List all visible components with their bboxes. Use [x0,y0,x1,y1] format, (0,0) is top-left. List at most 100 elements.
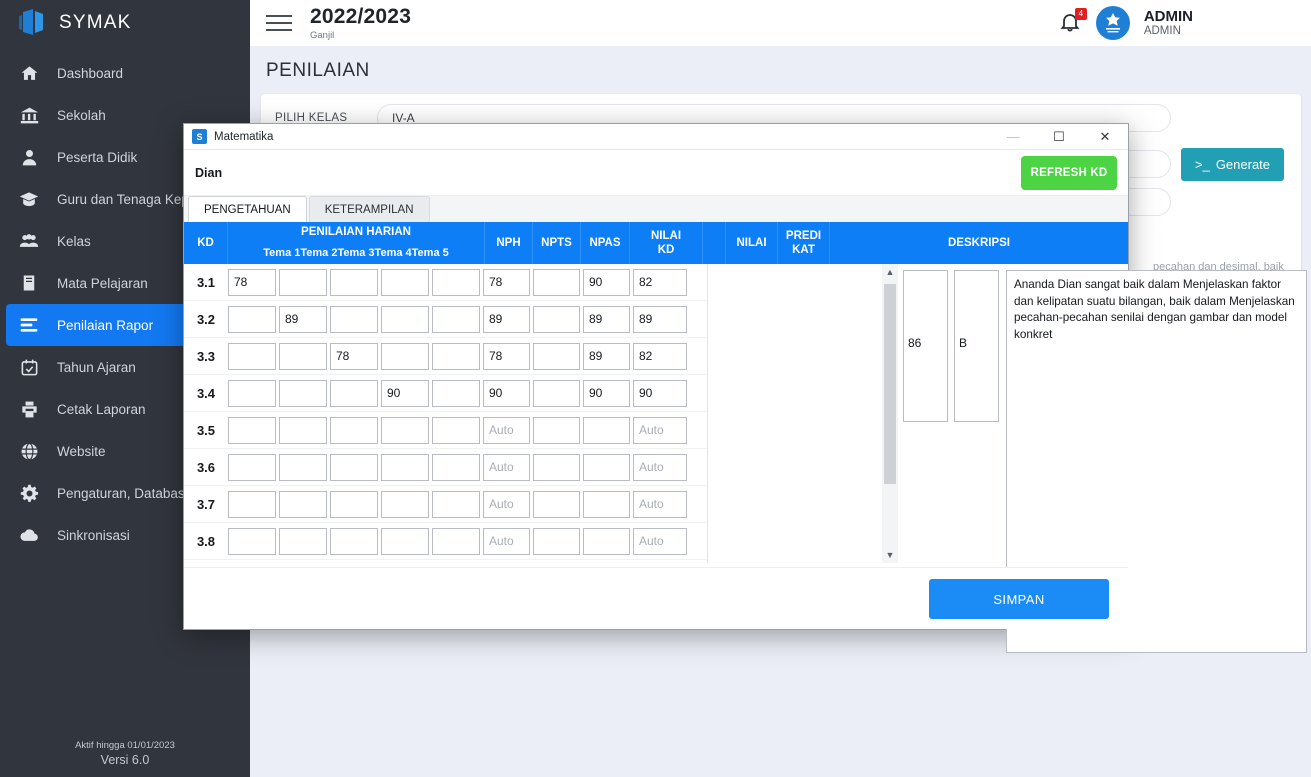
tema-1-input[interactable]: 78 [228,268,276,296]
scroll-down-arrow-icon[interactable]: ▼ [882,547,898,563]
tema-1-input[interactable] [228,342,276,370]
academic-year: 2022/2023 [310,4,412,28]
tema-4-input[interactable]: 90 [381,379,429,407]
tema-5-input[interactable] [432,490,480,518]
simpan-button[interactable]: SIMPAN [929,579,1109,619]
tema-3-input[interactable] [330,305,378,333]
npts-input[interactable] [533,490,580,518]
tema-1-input[interactable] [228,416,276,444]
tema-5-input[interactable] [432,453,480,481]
tema-2-input[interactable] [279,416,327,444]
tema-5-input[interactable] [432,527,480,555]
nph-input[interactable]: Auto [483,490,530,518]
nph-input[interactable]: Auto [483,453,530,481]
npts-input[interactable] [533,453,580,481]
scrollbar-thumb[interactable] [884,284,896,484]
table-row: 3.5 Auto Auto [184,412,707,449]
nph-input[interactable]: 78 [483,342,530,370]
modal-title-bar[interactable]: S Matematika — ☐ ✕ [184,124,1128,150]
tema-2-input[interactable] [279,342,327,370]
tema-1-input[interactable] [228,379,276,407]
generate-button[interactable]: >_ Generate [1181,148,1284,181]
tema-3-input[interactable] [330,416,378,444]
tema-3-input[interactable] [330,527,378,555]
npas-input[interactable] [583,490,630,518]
nilai-kd-input[interactable]: 89 [633,305,687,333]
nilai-value-cell[interactable]: 86 [903,270,948,422]
nph-input[interactable]: 89 [483,305,530,333]
tema-4-input[interactable] [381,416,429,444]
globe-icon [18,440,40,462]
npas-input[interactable] [583,416,630,444]
modal-title: Matematika [214,130,274,143]
tema-4-input[interactable] [381,527,429,555]
npas-input[interactable] [583,453,630,481]
tema-3-input[interactable] [330,453,378,481]
nph-input[interactable]: 78 [483,268,530,296]
npas-input[interactable]: 90 [583,268,630,296]
tema-5-input[interactable] [432,305,480,333]
tema-1-input[interactable] [228,527,276,555]
predikat-value-cell[interactable]: B [954,270,999,422]
scroll-up-arrow-icon[interactable]: ▲ [882,264,898,280]
nilai-kd-input[interactable]: Auto [633,527,687,555]
tema-3-input[interactable] [330,490,378,518]
tema-1-input[interactable] [228,490,276,518]
tab-keterampilan[interactable]: KETERAMPILAN [308,196,430,222]
tema-4-input[interactable] [381,453,429,481]
npas-input[interactable]: 89 [583,305,630,333]
nph-input[interactable]: Auto [483,416,530,444]
sidebar-item-dashboard[interactable]: Dashboard [0,52,250,94]
nilai-kd-input[interactable]: 82 [633,342,687,370]
npas-input[interactable]: 90 [583,379,630,407]
maximize-icon[interactable]: ☐ [1036,124,1082,150]
hamburger-line [266,22,292,24]
nilai-kd-input[interactable]: 90 [633,379,687,407]
notification-bell-icon[interactable]: 4 [1058,8,1087,36]
tema-2-input[interactable] [279,490,327,518]
npas-input[interactable]: 89 [583,342,630,370]
tema-5-input[interactable] [432,342,480,370]
tema-2-input[interactable]: 89 [279,305,327,333]
tema-3-input[interactable]: 78 [330,342,378,370]
tema-5-input[interactable] [432,379,480,407]
avatar[interactable] [1095,6,1130,40]
npts-input[interactable] [533,379,580,407]
list-icon [18,314,40,336]
top-bar: 2022/2023 Ganjil 4 ADMIN ADMIN [250,0,1311,46]
tema-3-input[interactable] [330,268,378,296]
npts-input[interactable] [533,416,580,444]
nilai-kd-input[interactable]: Auto [633,453,687,481]
sidebar-item-label: Penilaian Rapor [57,317,154,333]
nilai-kd-input[interactable]: 82 [633,268,687,296]
tema-5-input[interactable] [432,416,480,444]
tema-4-input[interactable] [381,342,429,370]
tema-4-input[interactable] [381,305,429,333]
npas-input[interactable] [583,527,630,555]
tema-1-input[interactable] [228,305,276,333]
close-icon[interactable]: ✕ [1082,124,1128,150]
npts-input[interactable] [533,527,580,555]
tema-2-input[interactable] [279,453,327,481]
tema-4-input[interactable] [381,268,429,296]
notification-badge: 4 [1074,8,1087,20]
npts-input[interactable] [533,305,580,333]
refresh-kd-button[interactable]: REFRESH KD [1021,155,1117,190]
tema-5-input[interactable] [432,268,480,296]
nilai-kd-input[interactable]: Auto [633,490,687,518]
tema-1-input[interactable] [228,453,276,481]
nph-input[interactable]: Auto [483,527,530,555]
npts-input[interactable] [533,268,580,296]
npts-input[interactable] [533,342,580,370]
grid-vertical-scrollbar[interactable]: ▲ ▼ [882,264,898,563]
tab-pengetahuan[interactable]: PENGETAHUAN [188,196,307,222]
tema-2-input[interactable] [279,379,327,407]
minimize-icon[interactable]: — [990,124,1036,150]
nph-input[interactable]: 90 [483,379,530,407]
tema-2-input[interactable] [279,268,327,296]
tema-3-input[interactable] [330,379,378,407]
tema-4-input[interactable] [381,490,429,518]
nilai-kd-input[interactable]: Auto [633,416,687,444]
tema-2-input[interactable] [279,527,327,555]
hamburger-menu-icon[interactable] [266,13,292,33]
